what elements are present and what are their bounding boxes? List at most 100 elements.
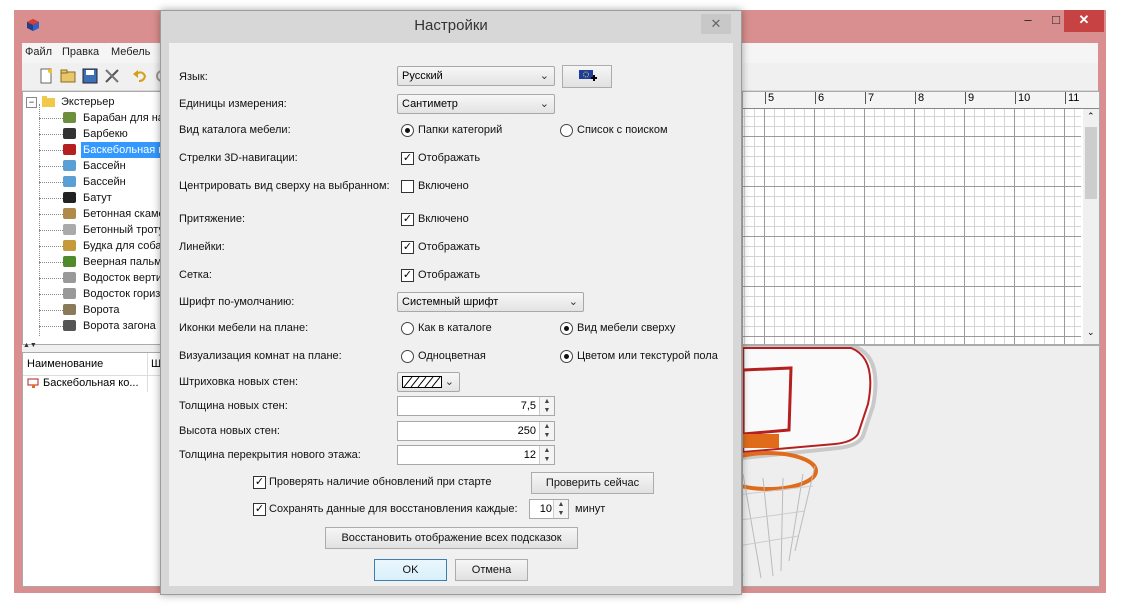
grid-option[interactable]: Отображать (418, 269, 480, 281)
tree-item[interactable]: Бетонная скаме (23, 206, 165, 222)
tree-item[interactable]: Барбекю (23, 126, 165, 142)
room-render-texture-label[interactable]: Цветом или текстурой пола (577, 350, 718, 362)
check-updates-checkbox[interactable]: ✓ (253, 476, 266, 489)
rulers-checkbox[interactable]: ✓ (401, 241, 414, 254)
tree-item[interactable]: Барабан для на (23, 110, 165, 126)
plan-vertical-scrollbar[interactable]: ⌃ ⌄ (1083, 109, 1099, 344)
tree-connector (39, 294, 63, 295)
scroll-up-icon[interactable]: ⌃ (1087, 111, 1095, 122)
tree-item[interactable]: Веерная пальма (23, 254, 165, 270)
wall-height-spinner[interactable]: 250 ▲ ▼ (397, 421, 555, 441)
room-render-label: Визуализация комнат на плане: (179, 350, 342, 362)
dialog-close-button[interactable]: ✕ (701, 14, 731, 34)
column-header-name[interactable]: Наименование (27, 358, 103, 370)
autosave-interval-spinner[interactable]: 10 ▲ ▼ (529, 499, 569, 519)
undo-icon[interactable] (132, 68, 148, 84)
scroll-down-icon[interactable]: ⌄ (1087, 327, 1095, 338)
save-icon[interactable] (82, 68, 98, 84)
autosave-label[interactable]: Сохранять данные для восстановления кажд… (269, 503, 518, 515)
spinner-arrows-icon[interactable]: ▲ ▼ (553, 500, 568, 518)
tree-item[interactable]: Бетонный троту (23, 222, 165, 238)
furniture-icons-catalog-label[interactable]: Как в каталоге (418, 322, 492, 334)
folder-icon (42, 96, 55, 107)
room-render-texture-radio[interactable] (560, 350, 573, 363)
tree-connector (39, 310, 63, 311)
tree-item[interactable]: Водосток верти (23, 270, 165, 286)
floor-thickness-spinner[interactable]: 12 ▲ ▼ (397, 445, 555, 465)
menu-edit[interactable]: Правка (62, 46, 99, 58)
tree-item[interactable]: Бассейн (23, 158, 165, 174)
new-file-icon[interactable] (38, 68, 54, 84)
units-select[interactable]: Сантиметр ⌄ (397, 94, 555, 114)
tree-item[interactable]: Ворота загона (23, 318, 165, 334)
check-now-button[interactable]: Проверить сейчас (531, 472, 654, 494)
tree-item-label: Ворота (83, 304, 120, 316)
plan-view[interactable]: 5 6 7 8 9 10 11 ⌃ ⌄ (742, 91, 1100, 345)
room-render-mono-label[interactable]: Одноцветная (418, 350, 486, 362)
tools-icon[interactable] (104, 68, 120, 84)
spinner-arrows-icon[interactable]: ▲ ▼ (539, 397, 554, 415)
tree-connector (39, 198, 63, 199)
table-row[interactable]: Баскебольная ко... (23, 376, 165, 392)
add-language-icon (579, 70, 597, 81)
wall-thickness-spinner[interactable]: 7,5 ▲ ▼ (397, 396, 555, 416)
check-updates-label[interactable]: Проверять наличие обновлений при старте (269, 476, 491, 488)
tree-item-label: Бассейн (83, 176, 126, 188)
tree-item[interactable]: Будка для соба (23, 238, 165, 254)
nav-arrows-option[interactable]: Отображать (418, 152, 480, 164)
tree-connector (39, 182, 63, 183)
wall-pattern-select[interactable]: ⌄ (397, 372, 460, 392)
plan-grid[interactable] (743, 109, 1081, 344)
autosave-interval-value: 10 (539, 503, 552, 515)
furniture-icons-top-radio[interactable] (560, 322, 573, 335)
language-import-button[interactable] (562, 65, 612, 88)
autosave-checkbox[interactable]: ✓ (253, 503, 266, 516)
furniture-icons-top-label[interactable]: Вид мебели сверху (577, 322, 675, 334)
catalog-view-folders-label[interactable]: Папки категорий (418, 124, 502, 136)
tree-item-label: Веерная пальма (83, 256, 166, 268)
grid-checkbox[interactable]: ✓ (401, 269, 414, 282)
center-view-option[interactable]: Включено (418, 180, 469, 192)
chevron-down-icon: ⌄ (568, 296, 578, 308)
catalog-view-folders-radio[interactable] (401, 124, 414, 137)
splitter-arrows-icon[interactable]: ▲▼ (23, 342, 37, 349)
furniture-icons-catalog-radio[interactable] (401, 322, 414, 335)
furniture-list-table: Наименование Ш Баскебольная ко... (22, 352, 166, 587)
catalog-view-search-label[interactable]: Список с поиском (577, 124, 668, 136)
collapse-icon[interactable]: − (26, 97, 37, 108)
ruler-tick-label: 11 (1065, 92, 1079, 104)
spinner-arrows-icon[interactable]: ▲ ▼ (539, 422, 554, 440)
autosave-unit: минут (575, 503, 606, 515)
magnetism-option[interactable]: Включено (418, 213, 469, 225)
tree-item[interactable]: Батут (23, 190, 165, 206)
tree-item-label: Барбекю (83, 128, 128, 140)
restore-tips-button[interactable]: Восстановить отображение всех подсказок (325, 527, 578, 549)
language-select[interactable]: Русский ⌄ (397, 66, 555, 86)
menu-file[interactable]: Файл (25, 46, 52, 58)
tree-item-label: Бетонный троту (83, 224, 164, 236)
nav-arrows-checkbox[interactable]: ✓ (401, 152, 414, 165)
room-render-mono-radio[interactable] (401, 350, 414, 363)
panel-splitter[interactable]: ▲▼ (22, 342, 164, 352)
3d-view[interactable] (742, 345, 1100, 587)
scroll-thumb[interactable] (1085, 127, 1097, 199)
ruler-tick-label: 5 (765, 92, 774, 104)
ok-button[interactable]: OK (374, 559, 447, 581)
hatch-pattern-icon (402, 376, 442, 388)
close-button[interactable]: ✕ (1064, 10, 1104, 32)
default-font-select[interactable]: Системный шрифт ⌄ (397, 292, 584, 312)
center-view-checkbox[interactable] (401, 180, 414, 193)
cancel-button[interactable]: Отмена (455, 559, 528, 581)
rulers-option[interactable]: Отображать (418, 241, 480, 253)
tree-item[interactable]: Бассейн (23, 174, 165, 190)
tree-item[interactable]: Ворота (23, 302, 165, 318)
magnetism-checkbox[interactable]: ✓ (401, 213, 414, 226)
open-folder-icon[interactable] (60, 68, 76, 84)
drainpipe-icon (63, 288, 76, 299)
spinner-arrows-icon[interactable]: ▲ ▼ (539, 446, 554, 464)
catalog-view-search-radio[interactable] (560, 124, 573, 137)
minimize-button[interactable]: – (1014, 10, 1042, 32)
menu-furniture[interactable]: Мебель (111, 46, 150, 58)
tree-item[interactable]: Баскебольная к (23, 142, 165, 158)
tree-item[interactable]: Водосток гориз (23, 286, 165, 302)
